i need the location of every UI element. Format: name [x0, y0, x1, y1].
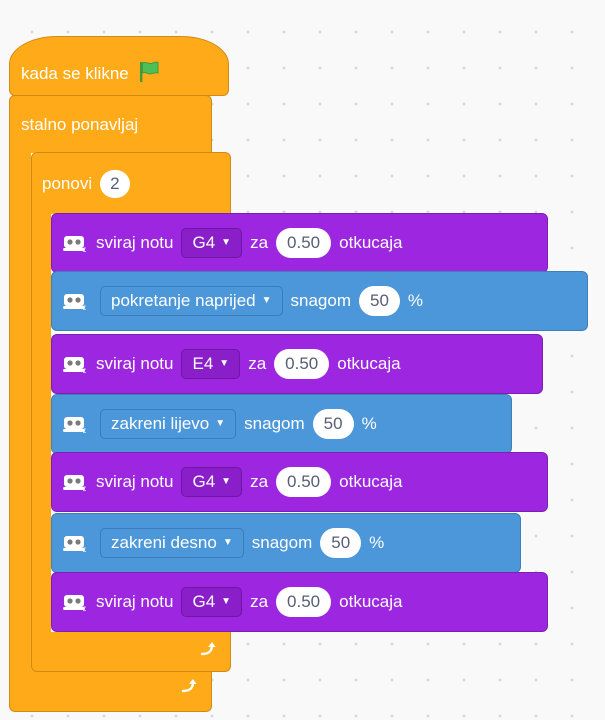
beats-input[interactable]: 0.50 — [274, 349, 330, 379]
note-dropdown[interactable]: E4 ▼ — [181, 349, 241, 379]
green-flag-icon — [137, 60, 161, 89]
chevron-down-icon: ▼ — [222, 537, 233, 548]
note-dropdown[interactable]: G4 ▼ — [181, 228, 243, 258]
svg-text:c: c — [82, 366, 86, 374]
robot-extension-icon: c — [62, 472, 88, 493]
loop-arrow-icon — [198, 639, 218, 664]
play-note-block[interactable]: c sviraj notu G4 ▼ za 0.50 otkucaja — [51, 572, 548, 632]
robot-extension-icon: c — [62, 414, 88, 435]
percent-label: % — [407, 291, 424, 310]
beats-unit-label: otkucaja — [339, 233, 403, 252]
forever-label: stalno ponavljaj — [21, 114, 139, 134]
repeat-count-input[interactable]: 2 — [100, 169, 130, 198]
chevron-down-icon: ▼ — [261, 295, 272, 306]
play-note-label: sviraj notu — [96, 592, 174, 611]
robot-extension-icon: c — [62, 291, 88, 312]
power-label: snagom — [290, 291, 351, 310]
beats-unit-label: otkucaja — [337, 354, 401, 373]
loop-arrow-icon — [179, 676, 199, 701]
robot-extension-icon: c — [62, 592, 88, 613]
beats-input[interactable]: 0.50 — [276, 228, 332, 258]
play-note-block[interactable]: c sviraj notu E4 ▼ za 0.50 otkucaja — [51, 334, 543, 394]
beats-input[interactable]: 0.50 — [276, 467, 332, 497]
percent-label: % — [361, 414, 377, 433]
motor-action-value: pokretanje naprijed — [111, 291, 256, 310]
beats-input[interactable]: 0.50 — [276, 587, 332, 617]
hat-label: kada se klikne — [21, 64, 129, 83]
play-note-label: sviraj notu — [96, 472, 174, 491]
repeat-label: ponovi — [42, 173, 93, 193]
robot-extension-icon: c — [62, 354, 88, 375]
chevron-down-icon: ▼ — [219, 358, 230, 369]
power-input[interactable]: 50 — [312, 409, 354, 439]
play-note-label: sviraj notu — [96, 354, 174, 373]
power-input[interactable]: 50 — [320, 528, 362, 558]
note-dropdown[interactable]: G4 ▼ — [181, 587, 243, 617]
beats-unit-label: otkucaja — [339, 472, 403, 491]
for-label: za — [250, 233, 269, 252]
motor-action-dropdown[interactable]: pokretanje naprijed ▼ — [100, 286, 283, 316]
motor-power-block[interactable]: c zakreni lijevo ▼ snagom 50% — [51, 394, 512, 454]
power-input[interactable]: 50 — [359, 286, 400, 316]
svg-text:c: c — [82, 545, 86, 553]
for-label: za — [250, 592, 269, 611]
svg-text:c: c — [82, 484, 86, 492]
motor-action-dropdown[interactable]: zakreni lijevo ▼ — [100, 409, 237, 439]
play-note-block[interactable]: c sviraj notu G4 ▼ za 0.50 otkucaja — [51, 213, 548, 273]
chevron-down-icon: ▼ — [221, 476, 232, 487]
for-label: za — [250, 472, 269, 491]
svg-text:c: c — [82, 604, 86, 612]
robot-extension-icon: c — [62, 233, 88, 254]
robot-extension-icon: c — [62, 533, 88, 554]
motor-action-value: zakreni lijevo — [111, 414, 210, 433]
play-note-block[interactable]: c sviraj notu G4 ▼ za 0.50 otkucaja — [51, 452, 548, 512]
motor-power-block[interactable]: c pokretanje naprijed ▼ snagom 50% — [51, 271, 588, 331]
power-label: snagom — [251, 533, 313, 552]
note-dropdown[interactable]: G4 ▼ — [181, 467, 243, 497]
when-flag-clicked-block[interactable]: kada se klikne — [9, 36, 229, 96]
svg-text:c: c — [82, 303, 86, 311]
motor-action-value: zakreni desno — [111, 533, 217, 552]
beats-unit-label: otkucaja — [339, 592, 403, 611]
power-label: snagom — [244, 414, 305, 433]
chevron-down-icon: ▼ — [221, 237, 232, 248]
percent-label: % — [369, 533, 385, 552]
for-label: za — [248, 354, 267, 373]
note-value: E4 — [192, 354, 214, 373]
motor-action-dropdown[interactable]: zakreni desno ▼ — [100, 528, 244, 558]
svg-text:c: c — [82, 245, 86, 253]
note-value: G4 — [192, 472, 216, 491]
note-value: G4 — [192, 233, 216, 252]
note-value: G4 — [192, 592, 216, 611]
chevron-down-icon: ▼ — [221, 596, 232, 607]
play-note-label: sviraj notu — [96, 233, 174, 252]
svg-text:c: c — [82, 426, 86, 434]
chevron-down-icon: ▼ — [215, 418, 226, 429]
motor-power-block[interactable]: c zakreni desno ▼ snagom 50% — [51, 513, 521, 573]
